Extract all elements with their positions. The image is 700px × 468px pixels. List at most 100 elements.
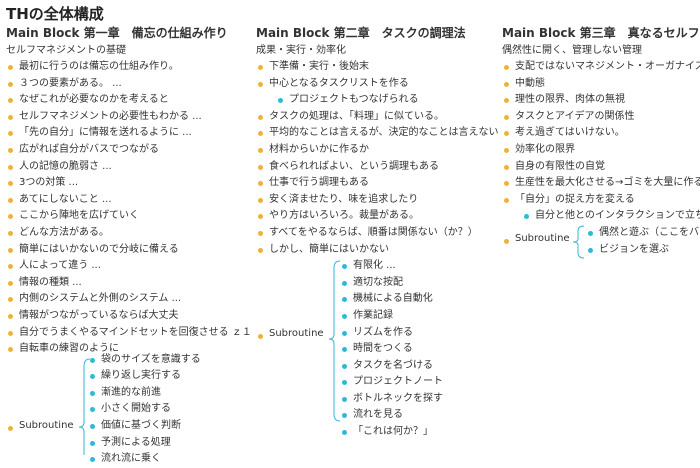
list-item[interactable]: 情報がつながっているならば大丈夫	[6, 308, 250, 325]
list-item[interactable]: 安く済ませたり、味を追求したり	[256, 192, 496, 209]
list-item[interactable]: 簡単にはいかないので分岐に備える	[6, 242, 250, 259]
list-item[interactable]: 中動態	[502, 76, 700, 93]
list-item-text: 有限化 ...	[353, 260, 396, 272]
list-item[interactable]: 支配ではないマネジメント・オーガナイズ	[502, 59, 700, 76]
list-item[interactable]: 材料からいかに作るか	[256, 142, 496, 159]
list-item-text: なぜこれが必要なのかを考えると	[19, 94, 169, 106]
list-item-text: ビジョンを選ぶ	[599, 243, 669, 255]
list-item[interactable]: プロジェクトもつなげられる	[276, 92, 496, 109]
list-item[interactable]: 広がれば自分がバスでつながる	[6, 142, 250, 159]
list-item[interactable]: 価値に基づく判断	[88, 418, 201, 435]
list-item[interactable]: どんな方法がある。	[6, 225, 250, 242]
list-item[interactable]: 流れ流に乗く	[88, 451, 201, 468]
bullet-icon	[342, 347, 347, 353]
list-item[interactable]: 自身の有限性の自覚	[502, 159, 700, 176]
bullet-icon	[8, 313, 13, 319]
chapter-2-subtitle[interactable]: 成果・実行・効率化	[256, 42, 496, 59]
list-item[interactable]: セルフマネジメントの必要性もわかる ...	[6, 109, 250, 126]
list-item[interactable]: 作業記録	[340, 308, 443, 325]
list-item[interactable]: 自分と他とのインタラクションで立ち上がる	[522, 208, 700, 225]
list-item[interactable]: 袋のサイズを意識する	[88, 352, 201, 369]
list-item[interactable]: 適切な按配	[340, 275, 443, 292]
list-item[interactable]: 平均的なことは言えるが、決定的なことは言えない	[256, 125, 499, 142]
chapter-3-heading[interactable]: Main Block 第三章 真なるセルフマネジメント	[502, 24, 700, 42]
list-item[interactable]: 時間をつくる	[340, 341, 443, 358]
list-item[interactable]: 漸進的な前進	[88, 385, 201, 402]
bullet-icon	[8, 280, 13, 286]
list-item[interactable]: 食べられればよい、という調理もある	[256, 159, 496, 176]
list-item[interactable]: 仕事で行う調理もある	[256, 175, 496, 192]
list-item[interactable]: ビジョンを選ぶ	[586, 242, 700, 259]
bullet-icon	[258, 214, 263, 220]
bullet-icon	[258, 230, 263, 236]
bullet-icon	[258, 65, 263, 70]
list-item[interactable]: 効率化の限界	[502, 142, 700, 159]
chapter-3-subroutine-list: 偶然と遊ぶ（ここをバターン化する） ビジョンを選ぶ	[586, 225, 700, 258]
list-item[interactable]: 機械による自動化	[340, 291, 443, 308]
list-item-text: タスクを名づける	[353, 359, 433, 371]
list-item[interactable]: なぜこれが必要なのかを考えると	[6, 92, 250, 109]
list-item[interactable]: ３つの要素がある。 ...	[6, 76, 250, 93]
chapter-3-subtitle[interactable]: 偶然性に開く、管理しない管理	[502, 42, 700, 59]
list-item-text: 人によって違う ...	[19, 260, 101, 272]
list-item[interactable]: ボトルネックを探す	[340, 391, 443, 408]
bullet-icon	[588, 230, 593, 236]
list-item[interactable]: 予測による処理	[88, 435, 201, 452]
list-item-text: 流れ流に乗く	[101, 453, 161, 465]
list-item[interactable]: 人によって違う ...	[6, 258, 250, 275]
list-item[interactable]: 人の記憶の脆弱さ ...	[6, 159, 250, 176]
bullet-icon	[258, 247, 263, 253]
list-item[interactable]: 考え過ぎてはいけない。	[502, 125, 700, 142]
list-item[interactable]: プロジェクトノート	[340, 374, 443, 391]
bullet-icon	[8, 81, 13, 87]
list-item[interactable]: 流れを見る	[340, 407, 443, 424]
list-item[interactable]: 理性の限界、肉体の無視	[502, 92, 700, 109]
bullet-icon	[8, 425, 13, 431]
list-item[interactable]: すべてをやるならば、順番は関係ない（か？）	[256, 225, 496, 242]
list-item[interactable]: しかし、簡単にはいかない	[256, 242, 496, 259]
chapter-1-heading[interactable]: Main Block 第一章 備忘の仕組み作り	[6, 24, 250, 42]
bullet-icon	[278, 98, 283, 104]
list-item[interactable]: タスクを名づける	[340, 358, 443, 375]
list-item[interactable]: ここから陣地を広げていく	[6, 208, 250, 225]
list-item[interactable]: あてにしないこと ...	[6, 192, 250, 209]
bullet-icon	[258, 334, 263, 340]
list-item[interactable]: 中心となるタスクリストを作る	[256, 76, 496, 93]
list-item-text: 生産性を最大化させる→ゴミを大量に作る	[515, 177, 700, 189]
bullet-icon	[342, 430, 347, 436]
list-item[interactable]: リズムを作る	[340, 325, 443, 342]
chapter-2-item-list: 下準備・実行・後始末 中心となるタスクリストを作る	[256, 59, 496, 92]
list-item[interactable]: 偶然と遊ぶ（ここをバターン化する）	[586, 225, 700, 242]
bullet-icon	[90, 390, 95, 396]
list-item[interactable]: やり方はいろいろ。裁量がある。	[256, 208, 496, 225]
list-item[interactable]: 3つの対策 ...	[6, 175, 250, 192]
list-item[interactable]: 生産性を最大化させる→ゴミを大量に作る	[502, 175, 700, 192]
list-item[interactable]: 「自分」の捉え方を変える	[502, 192, 700, 209]
list-item[interactable]: 自分でうまくやるマインドセットを回復させる ｚ１	[6, 325, 252, 342]
list-item-text: リズムを作る	[353, 326, 413, 338]
list-item-text: あてにしないこと ...	[19, 193, 112, 205]
chapter-1-subroutine-label[interactable]: Subroutine	[6, 420, 74, 431]
list-item[interactable]: 最初に行うのは備忘の仕組み作り。	[6, 59, 250, 76]
bullet-icon	[8, 214, 13, 220]
list-item-text: 簡単にはいかないので分岐に備える	[19, 243, 179, 255]
list-item[interactable]: 繰り返し実行する	[88, 368, 201, 385]
chapter-2-item-list-continued: タスクの処理は、「料理」に似ている。 平均的なことは言えるが、決定的なことは言えな…	[256, 109, 499, 259]
list-item[interactable]: 下準備・実行・後始末	[256, 59, 496, 76]
list-item[interactable]: 有限化 ...	[340, 258, 443, 275]
list-item[interactable]: タスクとアイデアの関係性	[502, 109, 700, 126]
chapter-2-subroutine-label[interactable]: Subroutine	[256, 328, 324, 340]
list-item-text: 小さく開始する	[101, 403, 171, 415]
list-item[interactable]: 「これは何か？」	[340, 424, 443, 441]
bullet-icon	[342, 413, 347, 419]
list-item[interactable]: タスクの処理は、「料理」に似ている。	[256, 109, 496, 126]
list-item[interactable]: 「先の自分」に情報を送れるように ...	[6, 125, 250, 142]
list-item[interactable]: 情報の種類 ...	[6, 275, 250, 292]
chapter-3-subroutine-label[interactable]: Subroutine	[502, 233, 570, 244]
chapter-3-nested-list: 自分と他とのインタラクションで立ち上がる	[522, 208, 700, 225]
chapter-1-subtitle[interactable]: セルフマネジメントの基礎	[6, 42, 250, 59]
list-item[interactable]: 小さく開始する	[88, 401, 201, 418]
list-item[interactable]: 内側のシステムと外側のシステム ...	[6, 291, 250, 308]
chapter-2-heading[interactable]: Main Block 第二章 タスクの調理法	[256, 24, 496, 42]
list-item-text: 繰り返し実行する	[101, 370, 181, 382]
